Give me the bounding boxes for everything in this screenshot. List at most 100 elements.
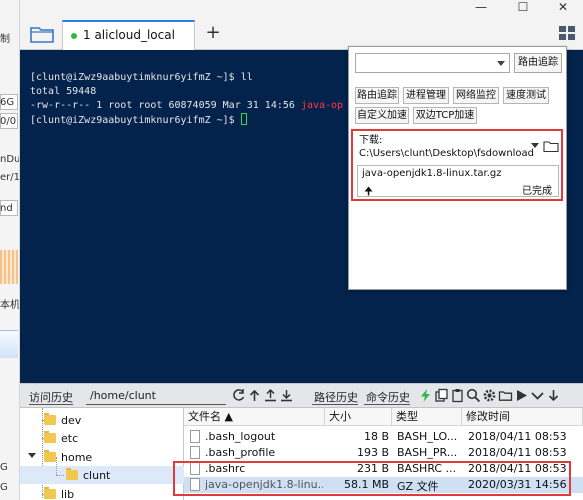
underline (29, 404, 73, 405)
folder-icon (44, 413, 56, 425)
tree-item-dev[interactable]: dev (20, 411, 184, 429)
minimize-button[interactable]: — (461, 0, 501, 16)
tree-item-clunt[interactable]: clunt (20, 457, 184, 484)
current-path-input[interactable]: /home/clunt (90, 389, 156, 402)
clipboard-icon[interactable] (450, 388, 465, 403)
tree-item-label: clunt (83, 469, 111, 482)
close-button[interactable]: ✕ (543, 0, 583, 16)
file-toolbar: 访问历史 /home/clunt 路径历史 命令历史 (20, 383, 583, 408)
file-type: BASH_LO... (397, 430, 458, 443)
upload-file-icon[interactable] (263, 388, 278, 403)
custom-acceleration-button[interactable]: 自定义加速 (355, 107, 409, 124)
column-header-name[interactable]: 文件名 ▲ (184, 408, 325, 426)
expand-arrow-icon[interactable] (28, 453, 36, 458)
file-mtime: 2018/04/11 08:53 (468, 430, 567, 443)
scroll-down-icon[interactable] (546, 388, 561, 403)
layout-grid-icon[interactable] (559, 26, 575, 40)
tree-item-lib[interactable]: lib (20, 485, 184, 500)
folder-tree-icon[interactable] (498, 388, 513, 403)
maximize-button[interactable]: ☐ (503, 0, 543, 16)
speed-test-button[interactable]: 速度测试 (503, 87, 549, 104)
background-fragment: nDu (0, 154, 20, 165)
file-name: .bash_logout (205, 430, 276, 443)
lightning-icon[interactable] (418, 388, 433, 403)
column-header-type[interactable]: 类型 (392, 408, 462, 426)
process-manager-button[interactable]: 进程管理 (403, 87, 449, 104)
terminal-line-text: -rw-r--r-- 1 root root 60874059 Mar 31 1… (30, 100, 301, 111)
tree-line-h (56, 475, 64, 476)
tree-item-label: lib (61, 488, 75, 500)
folder-icon (44, 487, 56, 499)
title-bar: — ☐ ✕ 1 alicloud_local + (20, 0, 583, 50)
column-header-mtime[interactable]: 修改时间 (462, 408, 583, 426)
background-fragment: 6G (0, 97, 15, 108)
background-fragment: 制 (0, 34, 10, 45)
path-history-button[interactable]: 路径历史 (314, 389, 358, 405)
background-window-strip: 制 6G 0/0 nDu er/1 nd 本机 G G (0, 0, 20, 500)
tab-alicloud-local[interactable]: 1 alicloud_local (62, 20, 195, 50)
tree-item-label: dev (61, 414, 82, 427)
background-chart-fragment (0, 330, 18, 358)
background-fragment: 0/0 (0, 116, 17, 127)
download-item[interactable]: java-openjdk1.8-linux.tar.gz 🠉 已完成 (357, 165, 559, 198)
add-tab-button[interactable]: + (203, 22, 223, 46)
file-size: 18 B (363, 430, 389, 443)
network-tools-popup: 路由追踪 路由追踪 进程管理 网络监控 速度测试 自定义加速 双边TCP加速 下… (348, 46, 567, 290)
route-target-select[interactable] (355, 53, 510, 73)
route-trace-button[interactable]: 路由追踪 (514, 53, 562, 73)
gear-icon[interactable] (482, 388, 497, 403)
download-status: 已完成 (522, 186, 552, 197)
background-fragment: G (0, 462, 8, 473)
background-fragment: 本机 (0, 300, 20, 311)
tree-line-v (56, 457, 57, 475)
background-fragment: nd (0, 203, 13, 214)
copy-icon[interactable] (434, 388, 449, 403)
folder-icon (44, 431, 56, 443)
chevron-down-icon[interactable] (531, 143, 539, 148)
file-icon (190, 446, 200, 459)
tree-item-home[interactable]: home (20, 448, 184, 466)
tree-item-label: etc (61, 432, 79, 445)
route-trace-tool-button[interactable]: 路由追踪 (355, 87, 399, 104)
terminal-prompt: [clunt@iZwz9aabuytimknur6yifmZ ~]$ (30, 115, 241, 126)
refresh-icon[interactable] (231, 388, 246, 403)
download-file-name: java-openjdk1.8-linux.tar.gz (362, 168, 502, 179)
tree-item-etc[interactable]: etc (20, 429, 184, 447)
download-file-icon[interactable] (279, 388, 294, 403)
download-panel: 下载: C:\Users\clunt\Desktop\fsdownload ja… (351, 129, 563, 201)
upload-icon[interactable] (247, 388, 262, 403)
folder-open-icon (44, 450, 56, 462)
underline (364, 404, 410, 405)
background-fragment: er/1 (0, 172, 20, 183)
network-monitor-button[interactable]: 网络监控 (453, 87, 499, 104)
file-mtime: 2018/04/11 08:53 (468, 446, 567, 459)
command-history-button[interactable]: 命令历史 (366, 389, 410, 405)
search-icon[interactable] (466, 388, 481, 403)
file-icon (190, 430, 200, 443)
tree-item-label: home (61, 451, 93, 464)
table-row[interactable]: .bash_logout 18 B BASH_LO... 2018/04/11 … (184, 429, 583, 445)
tab-label: 1 alicloud_local (83, 28, 175, 42)
folder-icon[interactable] (28, 22, 56, 46)
folder-icon (66, 468, 78, 480)
highlight-frame (173, 461, 571, 496)
file-size: 193 B (356, 446, 389, 459)
visit-history-button[interactable]: 访问历史 (29, 389, 73, 405)
chevron-down-icon[interactable] (530, 388, 545, 403)
background-fragment: G (0, 482, 8, 493)
file-name: .bash_profile (205, 446, 276, 459)
open-folder-icon[interactable] (543, 139, 559, 153)
underline (312, 404, 358, 405)
directory-tree[interactable]: dev etc home clunt lib (20, 408, 184, 500)
terminal-file-name: java-op (300, 100, 344, 111)
background-chart-fragment (0, 250, 18, 284)
terminal-cursor (240, 113, 247, 125)
arrow-up-icon: 🠉 (364, 185, 374, 198)
column-header-size[interactable]: 大小 (325, 408, 392, 426)
table-row[interactable]: .bash_profile 193 B BASH_PR... 2018/04/1… (184, 445, 583, 461)
download-path: 下载: C:\Users\clunt\Desktop\fsdownload (359, 135, 535, 159)
file-type: BASH_PR... (397, 446, 458, 459)
play-icon[interactable] (514, 388, 529, 403)
bilateral-tcp-acceleration-button[interactable]: 双边TCP加速 (413, 107, 477, 124)
connection-status-dot (71, 33, 77, 39)
